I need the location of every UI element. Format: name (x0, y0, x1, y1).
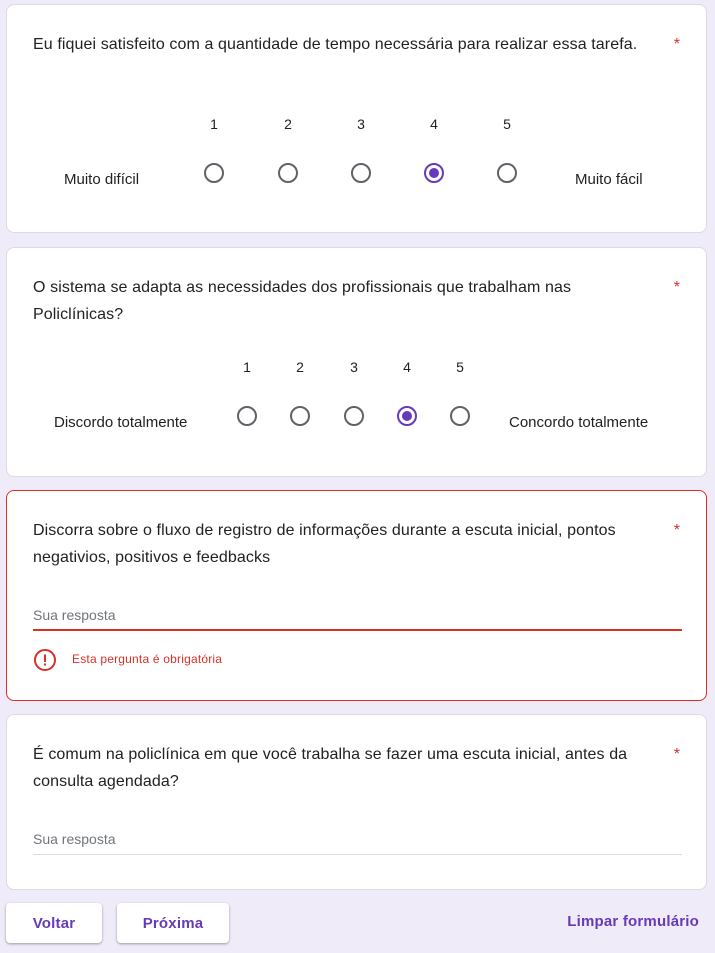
question-title: O sistema se adapta as necessidades dos … (33, 279, 572, 323)
back-button[interactable]: Voltar (6, 903, 102, 943)
required-asterisk: * (673, 522, 680, 539)
required-asterisk: * (673, 279, 680, 296)
scale-number-3: 3 (357, 116, 365, 132)
answer-underline (33, 629, 682, 631)
scale-high-label: Concordo totalmente (509, 414, 649, 431)
question-card-2: O sistema se adapta as necessidades dos … (6, 247, 707, 477)
scale-number-5: 5 (503, 116, 511, 132)
question-title: É comum na policlínica em que você traba… (33, 746, 628, 790)
question-title: Eu fiquei satisfeito com a quantidade de… (33, 36, 638, 53)
required-asterisk: * (673, 746, 680, 763)
next-button[interactable]: Próxima (117, 903, 229, 943)
error-icon (34, 649, 56, 671)
answer-input[interactable] (33, 604, 682, 626)
scale-number-5: 5 (456, 359, 464, 375)
answer-input[interactable] (33, 828, 682, 850)
answer-underline (33, 854, 682, 855)
question-card-3: Discorra sobre o fluxo de registro de in… (6, 490, 707, 701)
scale-number-2: 2 (296, 359, 304, 375)
scale-number-1: 1 (243, 359, 251, 375)
radio-option-3[interactable] (344, 406, 364, 426)
radio-option-4-selected[interactable] (424, 163, 444, 183)
error-message: Esta pergunta é obrigatória (72, 652, 223, 666)
scale-number-1: 1 (210, 116, 218, 132)
radio-option-2[interactable] (278, 163, 298, 183)
scale-number-2: 2 (284, 116, 292, 132)
required-asterisk: * (673, 36, 680, 53)
question-card-1: Eu fiquei satisfeito com a quantidade de… (6, 4, 707, 233)
clear-form-button[interactable]: Limpar formulário (567, 913, 699, 930)
scale-number-4: 4 (430, 116, 438, 132)
radio-option-5[interactable] (450, 406, 470, 426)
radio-option-5[interactable] (497, 163, 517, 183)
scale-number-3: 3 (350, 359, 358, 375)
radio-option-3[interactable] (351, 163, 371, 183)
scale-high-label: Muito fácil (575, 171, 643, 188)
radio-option-4-selected[interactable] (397, 406, 417, 426)
radio-option-1[interactable] (237, 406, 257, 426)
scale-low-label: Discordo totalmente (54, 414, 188, 431)
radio-option-2[interactable] (290, 406, 310, 426)
radio-option-1[interactable] (204, 163, 224, 183)
scale-number-4: 4 (403, 359, 411, 375)
scale-low-label: Muito difícil (64, 171, 140, 188)
question-title: Discorra sobre o fluxo de registro de in… (33, 522, 616, 566)
question-card-4: É comum na policlínica em que você traba… (6, 714, 707, 890)
